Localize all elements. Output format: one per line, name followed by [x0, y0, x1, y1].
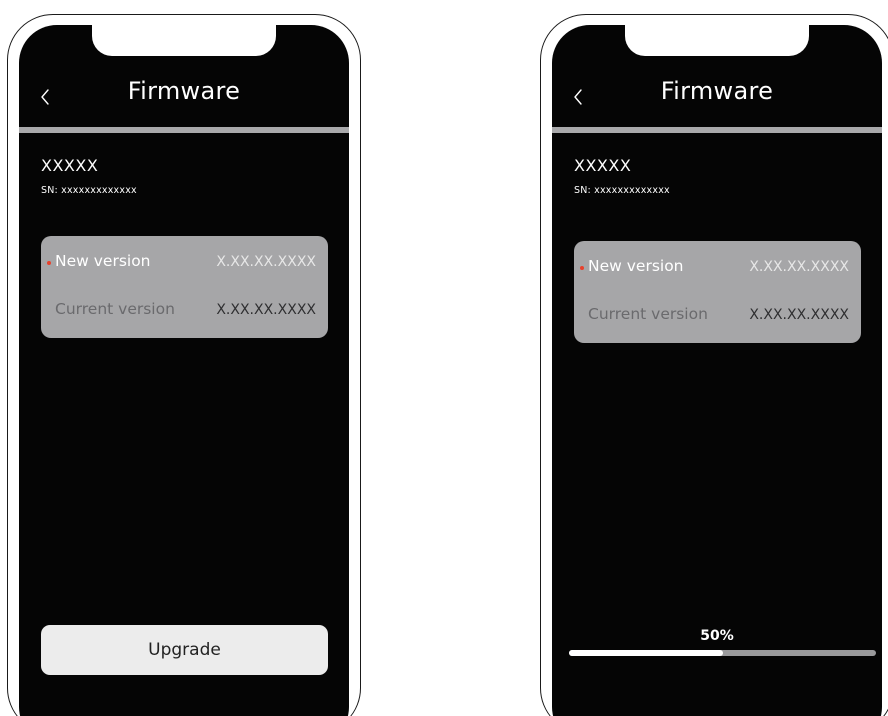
page-title: Firmware — [127, 77, 241, 105]
new-version-row: New version X.XX.XX.XXXX — [574, 257, 861, 281]
current-version-row: Current version X.XX.XX.XXXX — [574, 305, 861, 329]
current-version-row: Current version X.XX.XX.XXXX — [41, 300, 328, 324]
page-title: Firmware — [660, 77, 774, 105]
phone-screen: Firmware XXXXX SN: xxxxxxxxxxxxx New ver… — [552, 25, 882, 716]
phone-frame-progress: Firmware XXXXX SN: xxxxxxxxxxxxx New ver… — [540, 14, 888, 716]
new-version-value: X.XX.XX.XXXX — [749, 259, 849, 275]
current-version-label: Current version — [55, 300, 175, 318]
phone-frame-upgrade: Firmware XXXXX SN: xxxxxxxxxxxxx New ver… — [7, 14, 361, 716]
new-version-row: New version X.XX.XX.XXXX — [41, 252, 328, 276]
device-name: XXXXX — [41, 156, 99, 175]
progress-percent: 50% — [700, 628, 734, 644]
upgrade-button[interactable]: Upgrade — [41, 625, 328, 675]
device-name: XXXXX — [574, 156, 632, 175]
header-bar: Firmware — [19, 75, 349, 115]
device-serial-number: SN: xxxxxxxxxxxxx — [574, 185, 670, 196]
new-version-value: X.XX.XX.XXXX — [216, 254, 316, 270]
new-indicator-dot — [47, 261, 51, 265]
new-version-label: New version — [588, 257, 684, 275]
device-serial-number: SN: xxxxxxxxxxxxx — [41, 185, 137, 196]
current-version-label: Current version — [588, 305, 708, 323]
phone-notch — [92, 25, 276, 56]
current-version-value: X.XX.XX.XXXX — [216, 302, 316, 318]
phone-screen: Firmware XXXXX SN: xxxxxxxxxxxxx New ver… — [19, 25, 349, 716]
new-indicator-dot — [580, 266, 584, 270]
header-divider — [552, 127, 882, 133]
progress-bar — [569, 650, 876, 656]
new-version-label: New version — [55, 252, 151, 270]
current-version-value: X.XX.XX.XXXX — [749, 307, 849, 323]
mockup-canvas: Firmware XXXXX SN: xxxxxxxxxxxxx New ver… — [0, 0, 888, 716]
phone-notch — [625, 25, 809, 56]
version-card: New version X.XX.XX.XXXX Current version… — [41, 236, 328, 338]
header-bar: Firmware — [552, 75, 882, 115]
progress-fill — [569, 650, 723, 656]
header-divider — [19, 127, 349, 133]
version-card: New version X.XX.XX.XXXX Current version… — [574, 241, 861, 343]
